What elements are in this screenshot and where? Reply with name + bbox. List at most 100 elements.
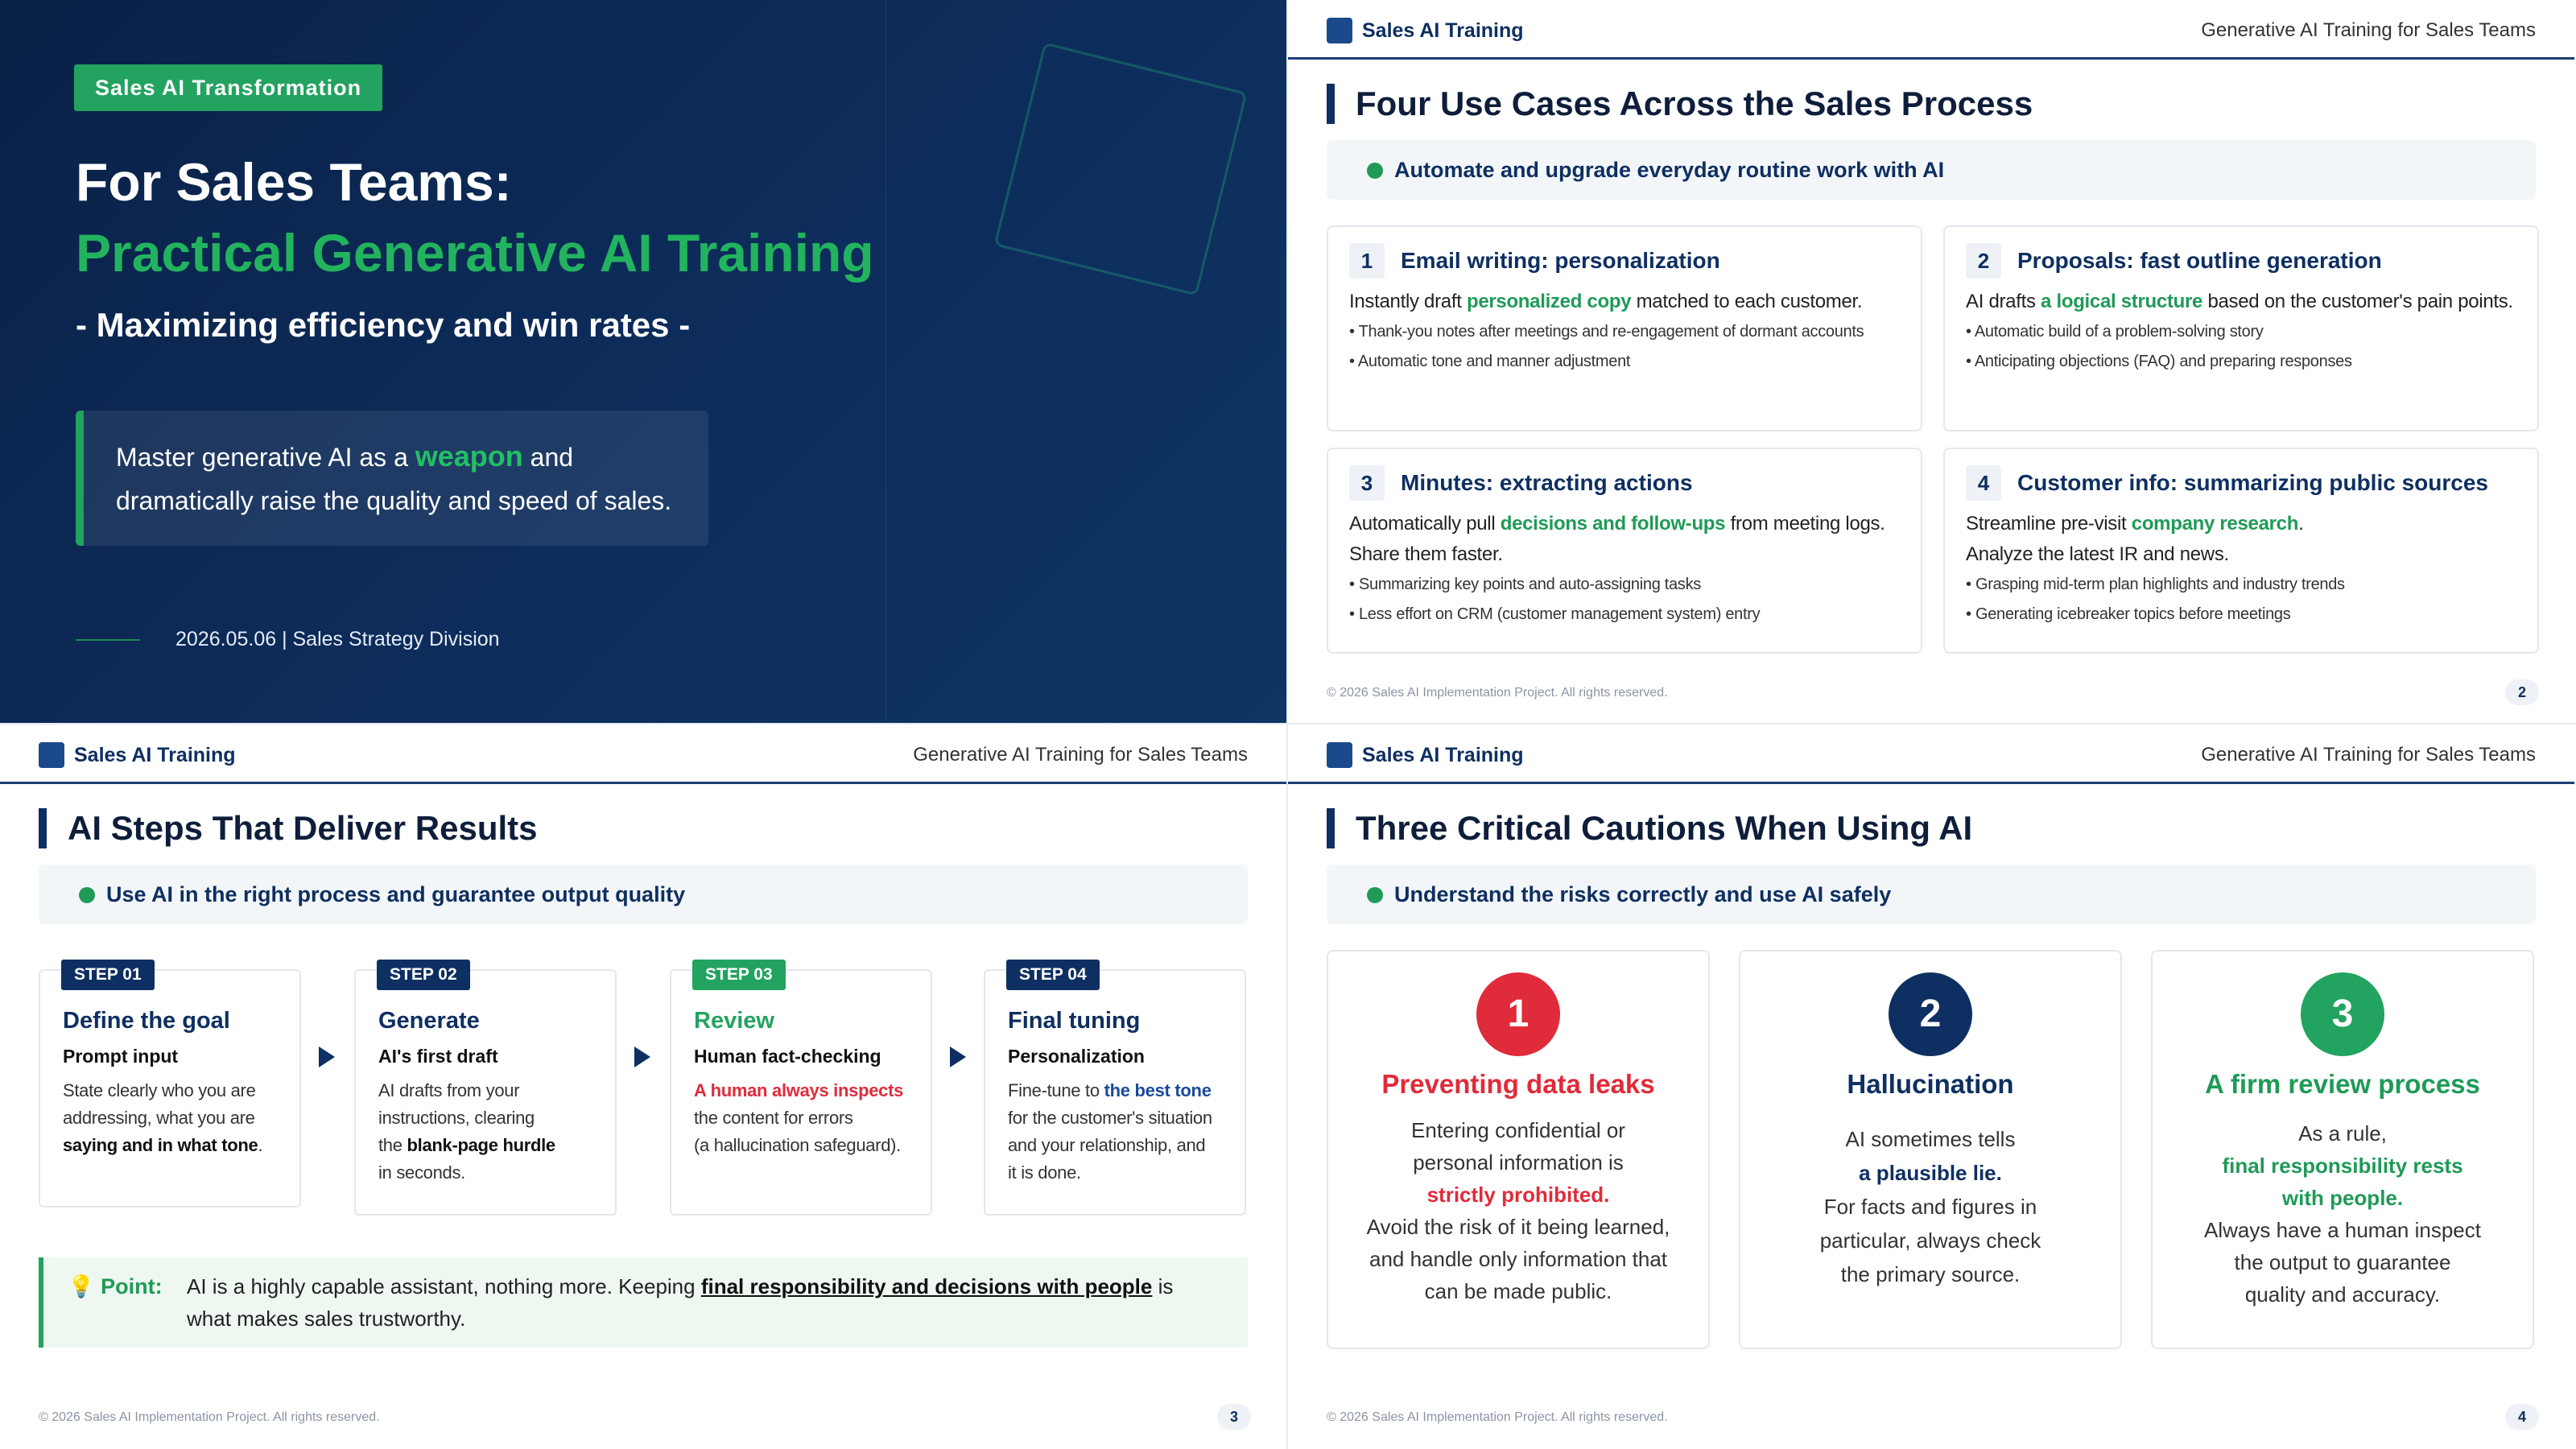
card-description: Automatically pull decisions and follow-… — [1349, 513, 1885, 565]
copyright: © 2026 Sales AI Implementation Project. … — [1327, 686, 1668, 700]
brand-name: Sales AI Training — [1362, 743, 1524, 766]
slide-title: Sales AI Transformation For Sales Teams:… — [0, 0, 1286, 723]
slide-title: AI Steps That Deliver Results — [39, 808, 538, 848]
subtitle-bar: Automate and upgrade everyday routine wo… — [1327, 140, 2536, 200]
caution-card: 2 Hallucination AI sometimes tells a plau… — [1739, 950, 2122, 1349]
card-title: Proposals: fast outline generation — [2017, 248, 2382, 273]
slide-header: Sales AI Training Generative AI Training… — [1288, 0, 2574, 60]
footer-accent-line — [76, 639, 140, 641]
use-case-card: 2 Proposals: fast outline generation AI d… — [1943, 225, 2539, 431]
step-title: Review — [694, 1008, 774, 1034]
copyright: © 2026 Sales AI Implementation Project. … — [1327, 1410, 1668, 1424]
lightbulb-icon: 💡 — [68, 1274, 95, 1298]
step-tag: STEP 04 — [1006, 960, 1100, 990]
category-badge: Sales AI Transformation — [74, 64, 383, 111]
decorative-square — [993, 42, 1248, 296]
card-bullet: • Anticipating objections (FAQ) and prep… — [1966, 353, 2352, 370]
caution-number: 1 — [1476, 972, 1560, 1056]
card-number: 3 — [1349, 465, 1385, 501]
header-course-title: Generative AI Training for Sales Teams — [2201, 744, 2536, 766]
use-case-card: 4 Customer info: summarizing public sourc… — [1943, 448, 2539, 654]
use-case-card: 1 Email writing: personalization Instantl… — [1327, 225, 1922, 431]
step-subtitle: Personalization — [1008, 1046, 1145, 1067]
caution-title: A firm review process — [2205, 1069, 2480, 1099]
step-card: STEP 04 Final tuning Personalization Fin… — [984, 960, 1246, 1216]
step-tag: STEP 01 — [61, 960, 155, 990]
step-subtitle: Human fact-checking — [694, 1046, 881, 1067]
step-card: STEP 03 Review Human fact-checking A hum… — [670, 960, 932, 1216]
step-title: Generate — [378, 1008, 480, 1034]
slide-divider-horizontal — [0, 723, 2576, 724]
slide-header: Sales AI Training Generative AI Training… — [1288, 724, 2574, 784]
caution-description: Entering confidential or personal informa… — [1366, 1118, 1670, 1303]
step-title: Final tuning — [1008, 1008, 1141, 1034]
caution-description: AI sometimes tells a plausible lie. For fa… — [1819, 1127, 2041, 1286]
step-tag: STEP 03 — [692, 960, 786, 990]
step-subtitle: AI's first draft — [378, 1046, 498, 1067]
step-description: Fine-tune to the best tone for the custom… — [1008, 1080, 1212, 1183]
use-case-card: 3 Minutes: extracting actions Automatical… — [1327, 448, 1922, 654]
slide-title: Four Use Cases Across the Sales Process — [1327, 84, 2033, 124]
slide-header: Sales AI Training Generative AI Training… — [0, 724, 1286, 784]
card-bullet: • Less effort on CRM (customer managemen… — [1349, 605, 1761, 623]
header-course-title: Generative AI Training for Sales Teams — [2201, 19, 2536, 41]
bullet-dot-icon — [1367, 887, 1383, 903]
brand-name: Sales AI Training — [1362, 19, 1524, 42]
tagline-line-1: Master generative AI as a weapon and — [116, 440, 574, 473]
card-number: 2 — [1966, 243, 2001, 279]
tagline-box: Master generative AI as a weapon and dra… — [76, 411, 708, 546]
step-card: STEP 01 Define the goal Prompt input Sta… — [39, 960, 301, 1208]
subtitle: - Maximizing efficiency and win rates - — [76, 306, 691, 344]
caution-number: 3 — [2301, 972, 2384, 1056]
caution-card: 3 A firm review process As a rule, final … — [2151, 950, 2534, 1349]
step-subtitle: Prompt input — [63, 1046, 179, 1067]
card-description: Instantly draft personalized copy matche… — [1349, 291, 1863, 312]
arrow-right-icon — [950, 1046, 966, 1067]
brand-name: Sales AI Training — [74, 743, 236, 766]
title-line-2: Practical Generative AI Training — [76, 223, 874, 283]
card-bullet: • Summarizing key points and auto-assign… — [1349, 576, 1701, 593]
caution-description: As a rule, final responsibility rests with… — [2204, 1121, 2481, 1307]
card-description: Streamline pre-visit company research. An… — [1966, 513, 2304, 565]
tagline-line-2: dramatically raise the quality and speed… — [116, 486, 672, 515]
page-number: 4 — [2505, 1404, 2539, 1430]
slide-use-cases: Sales AI Training Generative AI Training… — [1288, 0, 2574, 723]
subtitle-text: Understand the risks correctly and use A… — [1394, 882, 1892, 906]
brand-logo-icon — [39, 742, 64, 768]
card-description: AI drafts a logical structure based on t… — [1966, 291, 2513, 312]
step-title: Define the goal — [63, 1008, 230, 1034]
card-bullet: • Generating icebreaker topics before me… — [1966, 605, 2291, 623]
point-callout: 💡 Point: AI is a highly capable assistan… — [39, 1257, 1248, 1348]
step-tag: STEP 02 — [377, 960, 470, 990]
card-bullet: • Thank-you notes after meetings and re-… — [1349, 323, 1864, 341]
card-title: Minutes: extracting actions — [1401, 470, 1693, 495]
brand: Sales AI Training — [1327, 742, 1524, 768]
page-number: 2 — [2505, 679, 2539, 705]
caution-card: 1 Preventing data leaks Entering confide… — [1327, 950, 1710, 1349]
card-bullet: • Automatic tone and manner adjustment — [1349, 353, 1631, 370]
step-description: State clearly who you are addressing, wha… — [63, 1080, 263, 1155]
bullet-dot-icon — [79, 887, 95, 903]
slide-divider-vertical — [1286, 0, 1288, 1449]
subtitle-bar: Use AI in the right process and guarante… — [39, 865, 1248, 924]
arrow-right-icon — [319, 1046, 335, 1067]
caution-title: Hallucination — [1847, 1069, 2014, 1099]
step-card: STEP 02 Generate AI's first draft AI dra… — [354, 960, 617, 1216]
arrow-right-icon — [634, 1046, 650, 1067]
title-line-1: For Sales Teams: — [76, 152, 512, 212]
subtitle-text: Automate and upgrade everyday routine wo… — [1394, 158, 1945, 182]
step-description: AI drafts from your instructions, clearin… — [378, 1080, 555, 1183]
bullet-dot-icon — [1367, 163, 1383, 179]
card-title: Customer info: summarizing public source… — [2017, 470, 2488, 495]
date-department: 2026.05.06 | Sales Strategy Division — [175, 628, 500, 650]
step-description: A human always inspects the content for e… — [694, 1080, 904, 1155]
card-bullet: • Automatic build of a problem-solving s… — [1966, 323, 2264, 341]
slide-ai-steps: Sales AI Training Generative AI Training… — [0, 724, 1286, 1447]
slide-title: Three Critical Cautions When Using AI — [1327, 808, 1972, 848]
copyright: © 2026 Sales AI Implementation Project. … — [39, 1410, 380, 1424]
slide-cautions: Sales AI Training Generative AI Training… — [1288, 724, 2574, 1447]
caution-title: Preventing data leaks — [1381, 1069, 1655, 1099]
card-title: Email writing: personalization — [1401, 248, 1720, 273]
subtitle-text: Use AI in the right process and guarante… — [106, 882, 686, 906]
card-number: 1 — [1349, 243, 1385, 279]
